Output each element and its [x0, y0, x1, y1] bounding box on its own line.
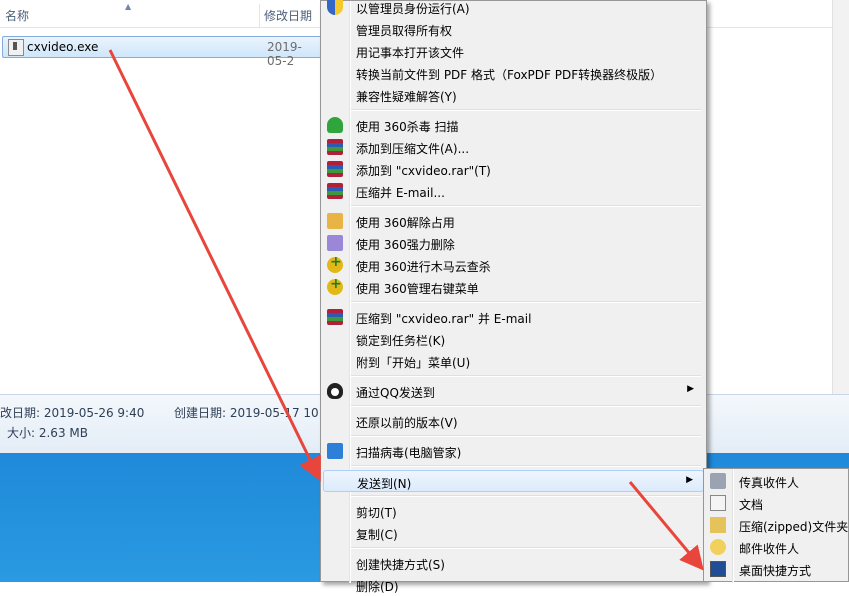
menu-separator [351, 495, 701, 497]
send-to-mail[interactable]: 邮件收件人 [706, 536, 848, 558]
menu-separator [351, 435, 701, 437]
360-antivirus-icon [327, 117, 343, 133]
menu-item-360-trojan[interactable]: 使用 360进行木马云查杀 [323, 254, 704, 276]
menu-separator [351, 405, 701, 407]
menu-item-label: 还原以前的版本(V) [356, 416, 458, 430]
menu-item-label: 压缩并 E-mail... [356, 186, 445, 200]
fax-icon [710, 473, 726, 489]
details-created: 创建日期: 2019-05-17 10: [174, 406, 323, 420]
menu-item-label: 使用 360解除占用 [356, 216, 455, 230]
menu-item-delete[interactable]: 删除(D) [323, 574, 704, 596]
file-row-selected[interactable]: cxvideo.exe 2019-05-2 [2, 36, 322, 68]
qq-icon [327, 383, 343, 399]
menu-item-label: 通过QQ发送到 [356, 386, 435, 400]
360-delete-icon [327, 235, 343, 251]
menu-item-360-scan[interactable]: 使用 360杀毒 扫描 [323, 114, 704, 136]
menu-item-pin-start[interactable]: 附到「开始」菜单(U) [323, 350, 704, 372]
menu-item-add-archive[interactable]: 添加到压缩文件(A)... [323, 136, 704, 158]
winrar-icon [327, 183, 343, 199]
menu-separator [351, 205, 701, 207]
menu-item-cut[interactable]: 剪切(T) [323, 500, 704, 522]
menu-item-send-qq[interactable]: 通过QQ发送到 ▶ [323, 380, 704, 402]
column-modified-header[interactable]: 修改日期 [259, 0, 312, 27]
menu-item-label: 使用 360杀毒 扫描 [356, 120, 459, 134]
menu-item-label: 添加到 "cxvideo.rar"(T) [356, 164, 491, 178]
menu-item-label: 压缩到 "cxvideo.rar" 并 E-mail [356, 312, 532, 326]
documents-icon [710, 495, 726, 511]
menu-item-label: 传真收件人 [739, 476, 800, 490]
executable-file-icon [8, 39, 24, 56]
zip-folder-icon [710, 517, 726, 533]
menu-item-label: 删除(D) [356, 580, 399, 594]
menu-item-label: 使用 360进行木马云查杀 [356, 260, 491, 274]
menu-item-run-as-admin[interactable]: 以管理员身份运行(A) [323, 0, 704, 18]
menu-item-restore-versions[interactable]: 还原以前的版本(V) [323, 410, 704, 432]
winrar-icon [327, 309, 343, 325]
menu-separator [351, 375, 701, 377]
details-modified: 改日期: 2019-05-26 9:40 [0, 406, 145, 420]
send-to-desktop-shortcut[interactable]: 桌面快捷方式 [706, 558, 848, 580]
winrar-icon [327, 161, 343, 177]
menu-item-label: 以管理员身份运行(A) [356, 2, 470, 16]
menu-item-compress-email[interactable]: 压缩并 E-mail... [323, 180, 704, 202]
menu-item-label: 添加到压缩文件(A)... [356, 142, 470, 156]
menu-separator [351, 109, 701, 111]
menu-item-label: 使用 360强力删除 [356, 238, 455, 252]
menu-item-pin-taskbar[interactable]: 锁定到任务栏(K) [323, 328, 704, 350]
360-plus-icon [327, 254, 343, 273]
details-size: 大小: 2.63 MB [7, 426, 88, 440]
uac-shield-icon [327, 0, 343, 15]
menu-item-label: 创建快捷方式(S) [356, 558, 445, 572]
menu-item-create-shortcut[interactable]: 创建快捷方式(S) [323, 552, 704, 574]
sort-ascending-icon: ▲ [125, 2, 132, 11]
submenu-arrow-icon: ▶ [686, 475, 693, 485]
menu-separator [351, 301, 701, 303]
menu-item-open-notepad[interactable]: 用记事本打开该文件 [323, 40, 704, 62]
send-to-zip[interactable]: 压缩(zipped)文件夹 [706, 514, 848, 536]
menu-item-label: 锁定到任务栏(K) [356, 334, 446, 348]
menu-item-label: 发送到(N) [357, 477, 412, 491]
menu-item-send-to[interactable]: 发送到(N) ▶ [323, 470, 704, 492]
column-name-header[interactable]: 名称 [0, 0, 29, 27]
menu-item-copy[interactable]: 复制(C) [323, 522, 704, 544]
menu-item-label: 邮件收件人 [739, 542, 800, 556]
send-to-submenu: 传真收件人 文档 压缩(zipped)文件夹 邮件收件人 桌面快捷方式 [703, 468, 849, 583]
send-to-fax[interactable]: 传真收件人 [706, 470, 848, 492]
menu-item-label: 附到「开始」菜单(U) [356, 356, 471, 370]
vertical-scrollbar[interactable] [832, 0, 849, 452]
file-name: cxvideo.exe [27, 40, 99, 54]
menu-item-compatibility[interactable]: 兼容性疑难解答(Y) [323, 84, 704, 106]
mail-icon [710, 539, 726, 555]
tencent-guard-icon [327, 443, 343, 459]
menu-item-label: 用记事本打开该文件 [356, 46, 465, 60]
menu-separator [351, 547, 701, 549]
send-to-documents[interactable]: 文档 [706, 492, 848, 514]
360-plus-icon [327, 276, 343, 295]
menu-item-take-ownership[interactable]: 管理员取得所有权 [323, 18, 704, 40]
menu-item-label: 桌面快捷方式 [739, 564, 812, 578]
menu-item-label: 管理员取得所有权 [356, 24, 453, 38]
menu-item-label: 文档 [739, 498, 764, 512]
menu-item-label: 使用 360管理右键菜单 [356, 282, 479, 296]
menu-item-360-manage[interactable]: 使用 360管理右键菜单 [323, 276, 704, 298]
menu-item-360-unlock[interactable]: 使用 360解除占用 [323, 210, 704, 232]
menu-item-label: 剪切(T) [356, 506, 397, 520]
desktop-shortcut-icon [710, 561, 726, 577]
context-menu: 以管理员身份运行(A) 管理员取得所有权 用记事本打开该文件 转换当前文件到 P… [320, 0, 707, 594]
menu-item-label: 兼容性疑难解答(Y) [356, 90, 457, 104]
menu-item-tencent-scan[interactable]: 扫描病毒(电脑管家) [323, 440, 704, 462]
submenu-arrow-icon: ▶ [687, 384, 694, 394]
menu-item-label: 扫描病毒(电脑管家) [356, 446, 462, 460]
menu-separator [351, 465, 701, 467]
menu-item-convert-pdf[interactable]: 转换当前文件到 PDF 格式（FoxPDF PDF转换器终极版） [323, 62, 704, 84]
360-unlock-icon [327, 213, 343, 229]
menu-item-label: 复制(C) [356, 528, 398, 542]
menu-item-add-rar[interactable]: 添加到 "cxvideo.rar"(T) [323, 158, 704, 180]
file-modified-date: 2019-05-2 [267, 40, 302, 68]
menu-item-label: 转换当前文件到 PDF 格式（FoxPDF PDF转换器终极版） [356, 68, 663, 82]
menu-item-compress-rar-email[interactable]: 压缩到 "cxvideo.rar" 并 E-mail [323, 306, 704, 328]
menu-item-label: 压缩(zipped)文件夹 [739, 520, 849, 534]
winrar-icon [327, 139, 343, 155]
menu-item-360-delete[interactable]: 使用 360强力删除 [323, 232, 704, 254]
